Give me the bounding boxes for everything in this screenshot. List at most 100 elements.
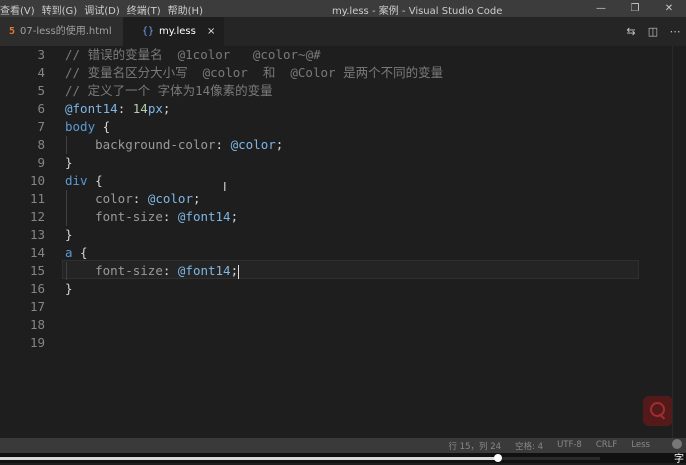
line-number: 10 bbox=[29, 173, 45, 188]
code-token: body bbox=[65, 119, 96, 134]
code-line[interactable]: 11 color: @color; bbox=[0, 190, 686, 208]
minimize-button[interactable]: — bbox=[584, 0, 618, 17]
menu-item-help[interactable]: 帮助(H) bbox=[168, 2, 210, 17]
code-line[interactable]: 12 font-size: @font14; bbox=[0, 208, 686, 226]
code-line[interactable]: 10 div { bbox=[0, 172, 686, 190]
search-overlay-button[interactable] bbox=[643, 396, 673, 426]
code-token: ; bbox=[192, 191, 201, 206]
line-number: 6 bbox=[37, 101, 45, 116]
html-file-icon: 5 bbox=[9, 26, 16, 37]
line-number: 7 bbox=[37, 119, 45, 134]
line-number: 17 bbox=[29, 299, 45, 314]
code-token: { bbox=[87, 173, 103, 188]
code-token: div bbox=[65, 173, 88, 188]
menu-item-debug[interactable]: 调试(D) bbox=[84, 2, 127, 17]
code-line[interactable]: 6 @font14: 14px; bbox=[0, 100, 686, 118]
line-number: 18 bbox=[29, 317, 45, 332]
line-code: } bbox=[65, 226, 73, 244]
cursor-position[interactable]: 行 15，列 24 bbox=[449, 440, 502, 452]
line-code: color: @color; bbox=[65, 190, 201, 208]
code-line[interactable]: 17 bbox=[0, 298, 686, 316]
status-bar: 行 15，列 24 空格: 4 UTF-8 CRLF Less bbox=[0, 438, 686, 453]
code-token: ; bbox=[230, 209, 239, 224]
code-token: @font14 bbox=[177, 209, 231, 224]
code-token: @font14 bbox=[65, 101, 118, 116]
code-line[interactable]: 4 // 变量名区分大小写 @color 和 @Color 是两个不同的变量 bbox=[0, 64, 686, 82]
line-code: background-color: @color; bbox=[65, 136, 283, 154]
line-number: 19 bbox=[29, 335, 45, 350]
code-line[interactable]: 13} bbox=[0, 226, 686, 244]
tab-07-less-html[interactable]: 5 07-less的使用.html bbox=[0, 17, 123, 46]
close-tab-icon[interactable]: × bbox=[207, 17, 215, 46]
line-number: 14 bbox=[29, 245, 45, 260]
editor-actions: ⇆ ◫ ⋯ bbox=[620, 17, 686, 46]
code-token: ; bbox=[162, 101, 171, 116]
code-token: { bbox=[95, 119, 111, 134]
line-ending[interactable]: CRLF bbox=[596, 440, 617, 452]
progress-track[interactable] bbox=[0, 454, 600, 462]
code-line[interactable]: 16} bbox=[0, 280, 686, 298]
tab-label: my.less bbox=[159, 26, 196, 37]
line-number: 16 bbox=[29, 281, 45, 296]
menu-item-terminal[interactable]: 终端(T) bbox=[127, 2, 168, 17]
code-token: 14 bbox=[132, 101, 148, 116]
tab-my-less[interactable]: {} my.less × bbox=[123, 17, 224, 46]
window-controls: — ❐ ✕ bbox=[584, 0, 686, 17]
code-line[interactable]: 8 background-color: @color; bbox=[0, 136, 686, 154]
line-code: a { bbox=[65, 244, 88, 262]
code-token: a bbox=[65, 245, 73, 260]
code-line[interactable]: 3 // 错误的变量名 @1color @color~@# bbox=[0, 46, 686, 64]
code-token: @color bbox=[147, 191, 193, 206]
line-code: } bbox=[65, 154, 73, 172]
code-line[interactable]: 15 font-size: @font14; bbox=[0, 262, 686, 280]
code-editor[interactable]: 3 // 错误的变量名 @1color @color~@# 4 // 变量名区分大小写… bbox=[0, 46, 686, 438]
code-line[interactable]: 18 bbox=[0, 316, 686, 334]
progress-fill bbox=[0, 457, 498, 460]
split-editor-icon[interactable]: ◫ bbox=[642, 25, 664, 38]
line-number: 11 bbox=[29, 191, 45, 206]
encoding[interactable]: UTF-8 bbox=[557, 440, 582, 452]
line-number: 3 bbox=[37, 47, 45, 62]
restore-button[interactable]: ❐ bbox=[618, 0, 652, 17]
code-token: font-size bbox=[95, 209, 163, 224]
more-actions-icon[interactable]: ⋯ bbox=[664, 25, 686, 38]
line-code: body { bbox=[65, 118, 110, 136]
indentation[interactable]: 空格: 4 bbox=[515, 440, 543, 452]
code-token: font-size bbox=[95, 263, 163, 278]
vertical-scrollbar[interactable] bbox=[672, 46, 686, 438]
menu-item-view[interactable]: 查看(V) bbox=[0, 2, 42, 17]
line-code: div { bbox=[65, 172, 103, 190]
less-file-icon: {} bbox=[142, 26, 155, 37]
close-window-button[interactable]: ✕ bbox=[652, 0, 686, 17]
search-icon-handle bbox=[658, 413, 666, 420]
code-line[interactable]: 19 bbox=[0, 334, 686, 352]
line-code: // 定义了一个 字体为14像素的变量 bbox=[65, 82, 273, 100]
tab-label: 07-less的使用.html bbox=[20, 26, 112, 37]
code-token: : bbox=[132, 191, 148, 206]
code-line[interactable]: 7 body { bbox=[0, 118, 686, 136]
text-cursor bbox=[238, 264, 240, 279]
line-number: 8 bbox=[37, 137, 45, 152]
code-line[interactable]: 9} bbox=[0, 154, 686, 172]
line-code: font-size: @font14; bbox=[65, 262, 240, 280]
code-line[interactable]: 14 a { bbox=[0, 244, 686, 262]
code-token: : bbox=[162, 209, 178, 224]
open-changes-icon[interactable]: ⇆ bbox=[620, 25, 642, 38]
line-number: 4 bbox=[37, 65, 45, 80]
line-number: 9 bbox=[37, 155, 45, 170]
code-line[interactable]: 5 // 定义了一个 字体为14像素的变量 bbox=[0, 82, 686, 100]
window-title: my.less - 案例 - Visual Studio Code bbox=[332, 6, 503, 17]
code-token: ; bbox=[275, 137, 284, 152]
menu-item-goto[interactable]: 转到(G) bbox=[42, 2, 85, 17]
code-token: px bbox=[147, 101, 163, 116]
line-number: 5 bbox=[37, 83, 45, 98]
code-token: @color bbox=[230, 137, 276, 152]
language-mode[interactable]: Less bbox=[631, 440, 650, 452]
code-token: background-color bbox=[95, 137, 216, 152]
progress-knob[interactable] bbox=[494, 454, 502, 462]
mouse-ibeam-cursor: I bbox=[223, 180, 227, 194]
notifications-icon[interactable] bbox=[672, 439, 682, 449]
line-code: @font14: 14px; bbox=[65, 100, 170, 118]
